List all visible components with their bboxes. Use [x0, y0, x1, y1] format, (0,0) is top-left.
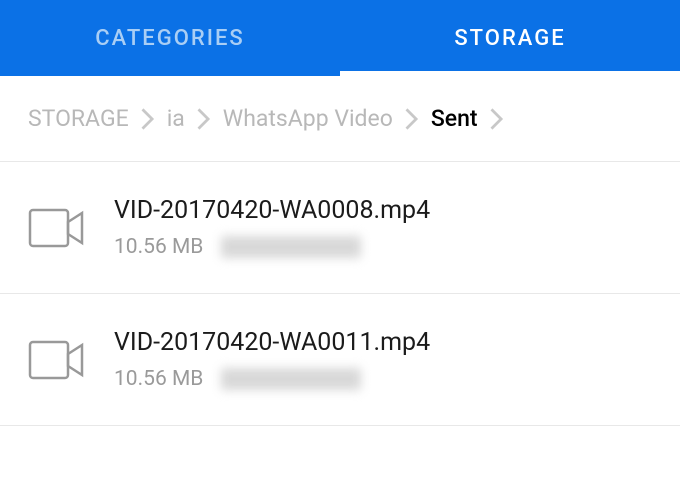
video-icon	[28, 340, 86, 380]
file-size: 10.56 MB	[114, 235, 203, 259]
file-name: VID-20170420-WA0008.mp4	[114, 196, 652, 225]
chevron-right-icon	[197, 108, 211, 130]
breadcrumb-item-sent[interactable]: Sent	[431, 105, 478, 132]
breadcrumb-item-storage[interactable]: STORAGE	[28, 105, 129, 132]
file-size: 10.56 MB	[114, 367, 203, 391]
chevron-right-icon	[141, 108, 155, 130]
file-info: VID-20170420-WA0008.mp4 10.56 MB	[114, 196, 652, 259]
tab-label: CATEGORIES	[95, 26, 244, 51]
tab-bar: CATEGORIES STORAGE	[0, 0, 680, 76]
tab-label: STORAGE	[454, 26, 565, 51]
chevron-right-icon	[490, 108, 504, 130]
file-date-blurred	[221, 236, 361, 258]
file-list: VID-20170420-WA0008.mp4 10.56 MB VID-201…	[0, 162, 680, 426]
breadcrumb-item-whatsapp-video[interactable]: WhatsApp Video	[223, 105, 393, 132]
file-info: VID-20170420-WA0011.mp4 10.56 MB	[114, 328, 652, 391]
file-date-blurred	[221, 368, 361, 390]
breadcrumb: STORAGE ia WhatsApp Video Sent	[0, 76, 680, 162]
file-meta: 10.56 MB	[114, 367, 652, 391]
tab-categories[interactable]: CATEGORIES	[0, 0, 340, 76]
file-item[interactable]: VID-20170420-WA0011.mp4 10.56 MB	[0, 294, 680, 426]
file-item[interactable]: VID-20170420-WA0008.mp4 10.56 MB	[0, 162, 680, 294]
breadcrumb-item-ia[interactable]: ia	[167, 105, 185, 132]
file-name: VID-20170420-WA0011.mp4	[114, 328, 652, 357]
video-icon	[28, 208, 86, 248]
tab-storage[interactable]: STORAGE	[340, 0, 680, 76]
chevron-right-icon	[405, 108, 419, 130]
file-meta: 10.56 MB	[114, 235, 652, 259]
